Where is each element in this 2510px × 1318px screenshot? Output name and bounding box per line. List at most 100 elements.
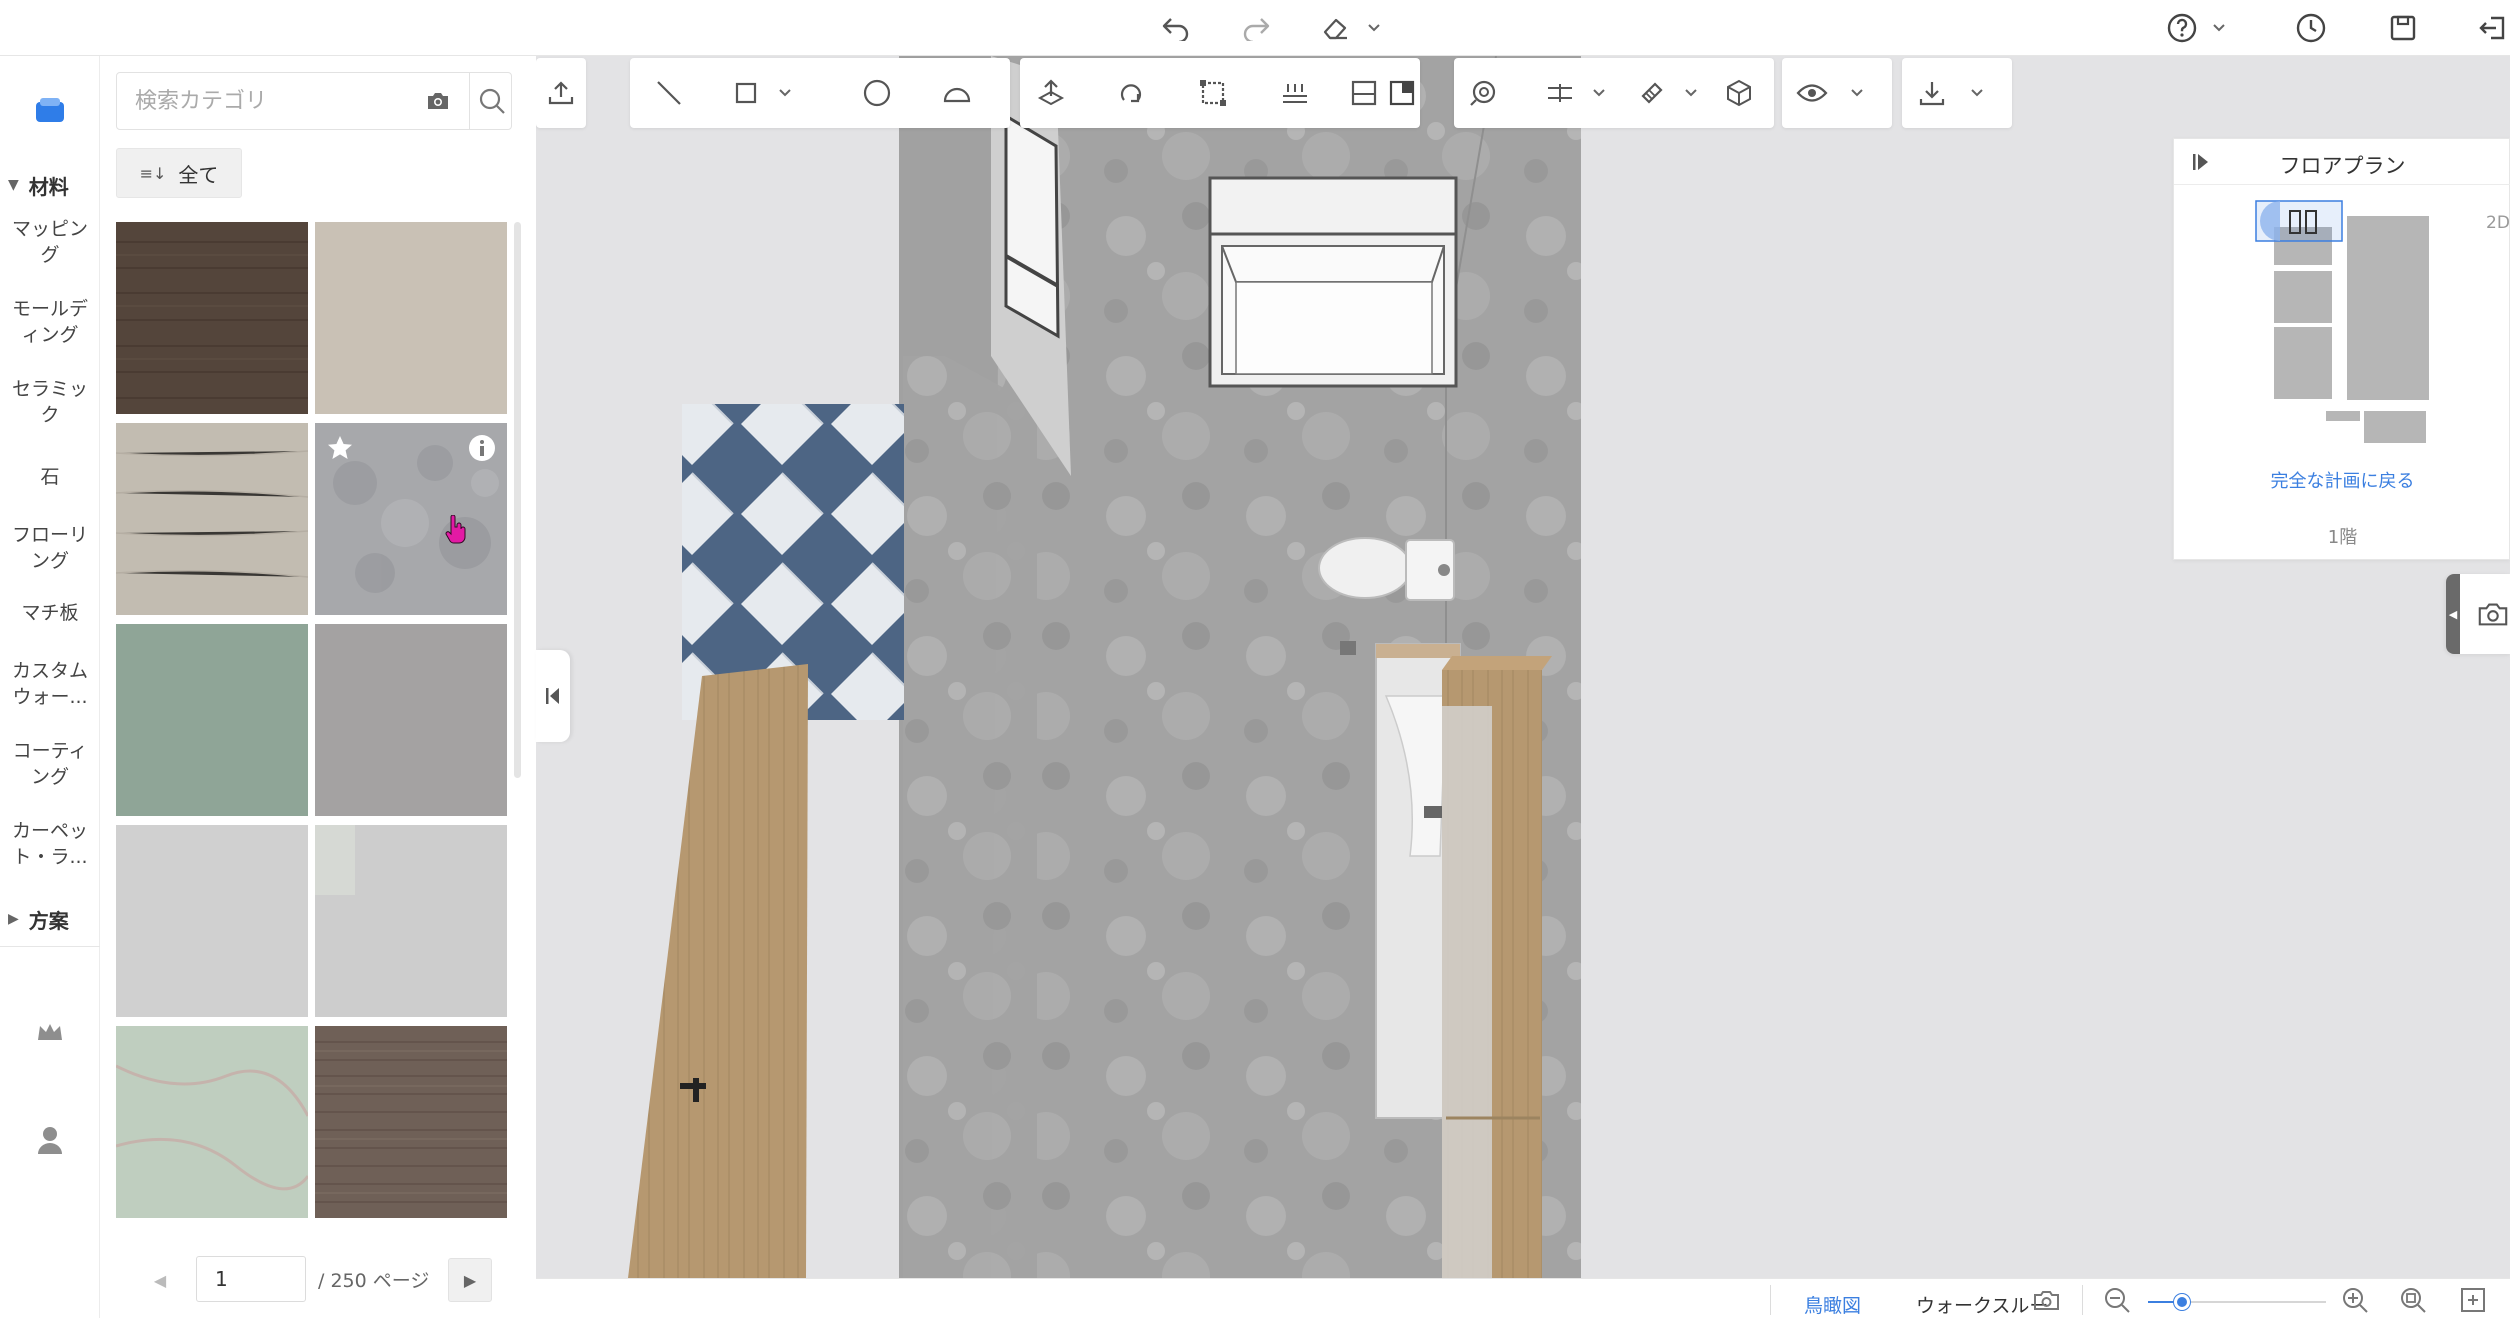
back-to-full-plan-link[interactable]: 完全な計画に戻る [2174, 467, 2510, 493]
3d-box-icon[interactable] [1704, 58, 1774, 128]
rail-item-molding[interactable]: モールディング [4, 296, 96, 348]
next-page-icon[interactable]: ▶ [448, 1258, 492, 1302]
search-input[interactable] [117, 73, 397, 129]
material-swatch-sage-green[interactable] [116, 624, 308, 816]
panel-scrollbar[interactable] [514, 222, 521, 778]
zoom-in-icon[interactable] [2338, 1283, 2372, 1317]
collapse-panel-button[interactable] [536, 650, 570, 742]
download-chevron-down-icon[interactable] [1966, 58, 1988, 128]
dimension-tool-icon[interactable] [1532, 58, 1588, 128]
circle-tool-icon[interactable] [842, 58, 912, 128]
rail-item-custom-wall[interactable]: カスタムウォー... [4, 658, 96, 710]
rail-section-plans-label: 方案 [28, 908, 69, 933]
sort-filter-icon: ≡↓ [139, 163, 167, 183]
search-box [116, 72, 512, 130]
filter-all-label: 全て [178, 162, 219, 187]
floor-level-label[interactable]: 1階 [2174, 523, 2510, 549]
pagination: ◀ / 250 ページ ▶ [140, 1256, 520, 1304]
expanded-triangle-icon: ▼ [8, 177, 19, 193]
eye-visibility-icon[interactable] [1782, 58, 1842, 128]
material-swatch-light-gray[interactable] [116, 825, 308, 1017]
bottom-view-bar: 鳥瞰図 ウォークスルー [536, 1278, 2510, 1318]
search-icon[interactable] [471, 73, 513, 129]
rail-item-flooring[interactable]: フローリング [4, 522, 96, 574]
push-pull-icon[interactable] [1016, 58, 1086, 128]
zoom-slider[interactable] [2148, 1294, 2326, 1310]
floor-plan-title: フロアプラン [2279, 154, 2406, 178]
help-menu-chevron-down-icon[interactable] [2209, 14, 2229, 42]
rail-item-stone[interactable]: 石 [4, 464, 96, 490]
rectangle-tool-icon[interactable] [718, 58, 774, 128]
zoom-fit-icon[interactable] [2396, 1283, 2430, 1317]
line-tool-icon[interactable] [634, 58, 704, 128]
toolbar-group-visibility [1782, 58, 1892, 128]
rotate-icon[interactable] [1096, 58, 1166, 128]
previous-page-icon[interactable]: ◀ [140, 1260, 180, 1300]
material-swatch-gray-concrete[interactable] [315, 423, 507, 615]
array-distribute-icon[interactable] [1260, 58, 1330, 128]
undo-icon[interactable] [1154, 6, 1198, 50]
page-number-input[interactable] [196, 1256, 306, 1302]
material-info-icon[interactable] [465, 431, 499, 465]
exit-icon[interactable] [2470, 6, 2510, 50]
page-total-label: / 250 ページ [318, 1270, 430, 1292]
material-swatch-green-marble[interactable] [115, 1026, 310, 1218]
favorite-star-icon[interactable] [323, 431, 357, 465]
image-search-camera-icon[interactable] [417, 81, 459, 121]
rail-item-machi-board[interactable]: マチ板 [4, 600, 96, 626]
rail-section-plans[interactable]: ▶ 方案 [8, 902, 69, 936]
download-icon[interactable] [1902, 58, 1962, 128]
filter-all-button[interactable]: ≡↓ 全て [116, 148, 242, 198]
material-swatch-dark-wood[interactable] [116, 222, 308, 414]
toolbar-group-draw [630, 58, 1010, 128]
snapshot-panel-tab[interactable]: ◀ [2446, 574, 2510, 654]
camera-settings-icon[interactable] [2030, 1283, 2064, 1317]
material-swatch-mid-gray[interactable] [315, 624, 507, 816]
paint-brush-icon[interactable] [1624, 58, 1680, 128]
search-object-icon[interactable] [1448, 58, 1518, 128]
category-rail: ▼ 材料 マッピング モールディング セラミック 石 フローリング マチ板 カス… [0, 56, 100, 1318]
rail-item-mapping[interactable]: マッピング [4, 216, 96, 268]
history-clock-icon[interactable] [2289, 6, 2333, 50]
fullscreen-icon[interactable] [2456, 1283, 2490, 1317]
upload-icon[interactable] [536, 58, 596, 128]
floor-plan-minimap[interactable] [2254, 197, 2454, 447]
bottom-divider [1770, 1285, 1771, 1315]
visibility-chevron-down-icon[interactable] [1846, 58, 1868, 128]
zoom-out-icon[interactable] [2100, 1283, 2134, 1317]
hand-pointer-cursor-icon [443, 514, 467, 545]
select-area-icon[interactable] [1178, 58, 1248, 128]
crown-icon[interactable] [26, 1008, 74, 1056]
birdseye-view-tab[interactable]: 鳥瞰図 [1804, 1291, 1861, 1318]
rail-section-materials[interactable]: ▼ 材料 [8, 168, 69, 202]
rail-item-ceramic[interactable]: セラミック [4, 376, 96, 428]
camera-snapshot-icon[interactable] [2476, 594, 2510, 634]
floor-plan-mode-label[interactable]: 2D [2486, 213, 2510, 233]
user-profile-icon[interactable] [26, 1116, 74, 1164]
material-panel: ≡↓ 全て [100, 56, 536, 1318]
save-icon[interactable] [2381, 6, 2425, 50]
floor-plan-panel: フロアプラン 2D 完全な計画に戻る 1階 [2173, 138, 2510, 560]
arc-tool-icon[interactable] [922, 58, 992, 128]
help-icon[interactable] [2160, 6, 2204, 50]
rail-divider [0, 946, 100, 947]
material-brush-panel-icon[interactable] [1384, 58, 1420, 128]
toolbar-group-import [536, 58, 586, 128]
eraser-menu-chevron-down-icon[interactable] [1364, 14, 1384, 42]
material-swatch-walnut-wood[interactable] [315, 1026, 507, 1218]
snapshot-expand-handle[interactable]: ◀ [2446, 574, 2460, 654]
paint-brush-chevron-down-icon[interactable] [1680, 58, 1702, 128]
rail-item-carpet[interactable]: カーペット・ラ... [4, 818, 96, 870]
rectangle-tool-chevron-down-icon[interactable] [774, 58, 796, 128]
toolbar-group-modify [1020, 58, 1420, 128]
material-swatch-light-wood[interactable] [115, 423, 309, 615]
redo-icon[interactable] [1234, 6, 1278, 50]
dimension-tool-chevron-down-icon[interactable] [1588, 58, 1610, 128]
rail-item-coating[interactable]: コーティング [4, 738, 96, 790]
materials-cube-icon[interactable] [26, 86, 74, 134]
zoom-slider-thumb[interactable] [2173, 1294, 2190, 1310]
eraser-icon[interactable] [1314, 6, 1358, 50]
material-swatch-pale-gray[interactable] [315, 825, 507, 1017]
material-swatch-beige[interactable] [315, 222, 507, 414]
top-bar [0, 0, 2510, 56]
